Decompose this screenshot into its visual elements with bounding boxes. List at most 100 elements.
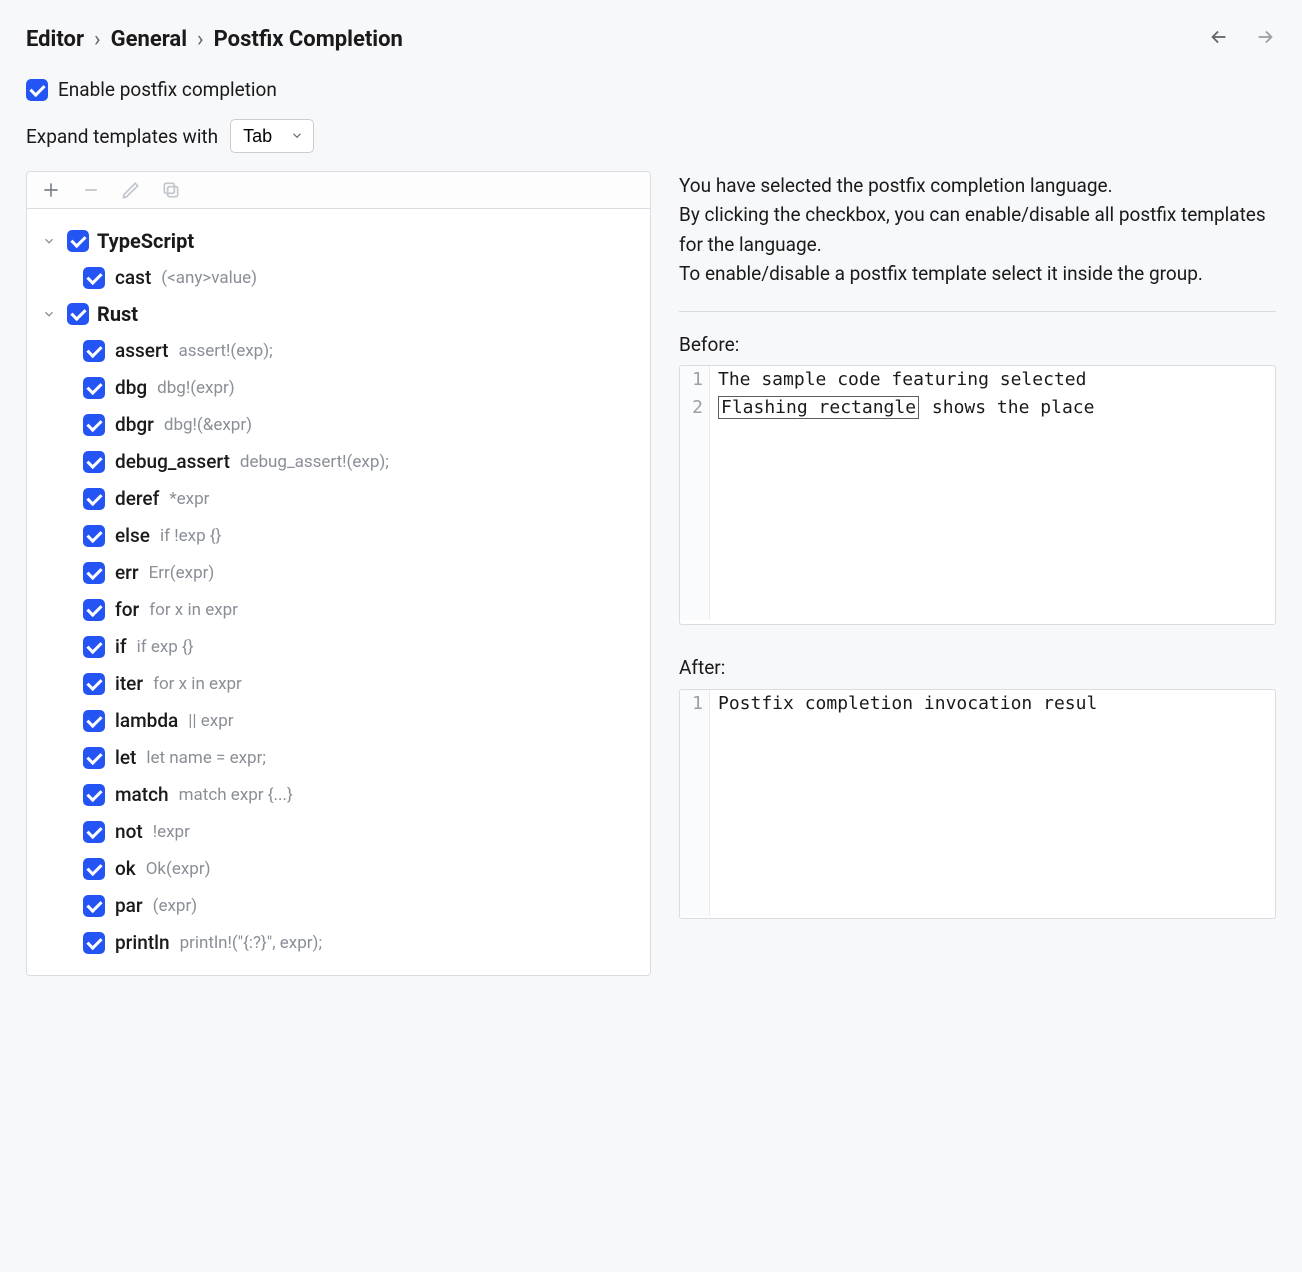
template-description: for x in expr bbox=[149, 600, 238, 620]
template-name: dbgr bbox=[115, 413, 154, 436]
template-checkbox[interactable] bbox=[83, 636, 105, 658]
template-item-println[interactable]: println println!("{:?}", expr); bbox=[79, 924, 642, 961]
crumb-general[interactable]: General bbox=[111, 27, 187, 52]
nav-back-icon[interactable] bbox=[1208, 26, 1230, 52]
template-description: Ok(expr) bbox=[146, 859, 211, 879]
template-name: else bbox=[115, 524, 150, 547]
template-description: dbg!(expr) bbox=[157, 378, 235, 398]
template-name: assert bbox=[115, 339, 168, 362]
nav-forward-icon bbox=[1254, 26, 1276, 52]
template-name: let bbox=[115, 746, 136, 769]
template-item-err[interactable]: err Err(expr) bbox=[79, 554, 642, 591]
template-description: let name = expr; bbox=[146, 748, 266, 768]
template-item-let[interactable]: let let name = expr; bbox=[79, 739, 642, 776]
chevron-down-icon[interactable] bbox=[39, 307, 59, 321]
template-description: assert!(exp); bbox=[178, 341, 272, 361]
template-description: (expr) bbox=[153, 896, 198, 916]
template-item-iter[interactable]: iter for x in expr bbox=[79, 665, 642, 702]
template-item-dbgr[interactable]: dbgrdbg!(&expr) bbox=[79, 406, 642, 443]
template-item-lambda[interactable]: lambda || expr bbox=[79, 702, 642, 739]
template-tree-panel: TypeScriptcast(<any>value)Rustassertasse… bbox=[26, 171, 651, 976]
template-checkbox[interactable] bbox=[83, 599, 105, 621]
template-description: for x in expr bbox=[153, 674, 242, 694]
code-line: Flashing rectangle shows the place bbox=[710, 394, 1094, 422]
language-label: Rust bbox=[97, 302, 138, 326]
language-label: TypeScript bbox=[97, 229, 194, 253]
after-label: After: bbox=[679, 653, 1276, 682]
crumb-editor[interactable]: Editor bbox=[26, 27, 84, 52]
expand-templates-select[interactable]: Tab bbox=[230, 119, 314, 153]
template-description: if !exp {} bbox=[160, 526, 221, 546]
template-name: deref bbox=[115, 487, 159, 510]
language-row-typescript[interactable]: TypeScript bbox=[35, 223, 642, 259]
template-description: Err(expr) bbox=[149, 563, 215, 583]
template-checkbox[interactable] bbox=[83, 267, 105, 289]
template-description: || expr bbox=[188, 711, 233, 731]
before-label: Before: bbox=[679, 330, 1276, 359]
template-name: for bbox=[115, 598, 139, 621]
before-code: 1 The sample code featuring selected 2 F… bbox=[679, 365, 1276, 625]
template-item-dbg[interactable]: dbg dbg!(expr) bbox=[79, 369, 642, 406]
template-name: cast bbox=[115, 266, 151, 289]
chevron-down-icon[interactable] bbox=[39, 234, 59, 248]
enable-postfix-label: Enable postfix completion bbox=[58, 78, 277, 101]
info-line-2: By clicking the checkbox, you can enable… bbox=[679, 200, 1276, 259]
template-description: !expr bbox=[153, 822, 190, 842]
template-description: if exp {} bbox=[137, 637, 194, 657]
template-item-debug_assert[interactable]: debug_assertdebug_assert!(exp); bbox=[79, 443, 642, 480]
template-item-assert[interactable]: assert assert!(exp); bbox=[79, 332, 642, 369]
chevron-right-icon: › bbox=[197, 27, 204, 52]
info-line-3: To enable/disable a postfix template sel… bbox=[679, 259, 1276, 288]
template-checkbox[interactable] bbox=[83, 414, 105, 436]
chevron-right-icon: › bbox=[94, 27, 101, 52]
line-number: 2 bbox=[680, 394, 710, 422]
template-item-par[interactable]: par (expr) bbox=[79, 887, 642, 924]
template-name: par bbox=[115, 894, 143, 917]
template-description: match expr {...} bbox=[179, 785, 293, 805]
template-checkbox[interactable] bbox=[83, 451, 105, 473]
template-checkbox[interactable] bbox=[83, 562, 105, 584]
template-checkbox[interactable] bbox=[83, 377, 105, 399]
template-description: println!("{:?}", expr); bbox=[180, 933, 323, 953]
template-name: lambda bbox=[115, 709, 178, 732]
template-name: iter bbox=[115, 672, 143, 695]
template-item-ok[interactable]: okOk(expr) bbox=[79, 850, 642, 887]
template-checkbox[interactable] bbox=[83, 488, 105, 510]
language-checkbox[interactable] bbox=[67, 230, 89, 252]
template-checkbox[interactable] bbox=[83, 932, 105, 954]
enable-postfix-checkbox[interactable] bbox=[26, 79, 48, 101]
after-code: 1 Postfix completion invocation resul bbox=[679, 689, 1276, 919]
template-item-not[interactable]: not !expr bbox=[79, 813, 642, 850]
template-checkbox[interactable] bbox=[83, 525, 105, 547]
template-checkbox[interactable] bbox=[83, 673, 105, 695]
template-name: not bbox=[115, 820, 143, 843]
template-checkbox[interactable] bbox=[83, 747, 105, 769]
add-icon[interactable] bbox=[41, 180, 61, 200]
template-item-deref[interactable]: deref*expr bbox=[79, 480, 642, 517]
edit-icon[interactable] bbox=[121, 180, 141, 200]
template-checkbox[interactable] bbox=[83, 895, 105, 917]
template-item-cast[interactable]: cast (<any>value) bbox=[79, 259, 642, 296]
template-checkbox[interactable] bbox=[83, 340, 105, 362]
template-name: err bbox=[115, 561, 139, 584]
template-checkbox[interactable] bbox=[83, 821, 105, 843]
template-name: dbg bbox=[115, 376, 147, 399]
template-checkbox[interactable] bbox=[83, 858, 105, 880]
code-line: Postfix completion invocation resul bbox=[710, 690, 1097, 718]
breadcrumb: Editor › General › Postfix Completion bbox=[26, 27, 403, 52]
copy-icon[interactable] bbox=[161, 180, 181, 200]
template-item-if[interactable]: ifif exp {} bbox=[79, 628, 642, 665]
code-line: The sample code featuring selected bbox=[710, 366, 1086, 394]
template-item-match[interactable]: match match expr {...} bbox=[79, 776, 642, 813]
expand-templates-label: Expand templates with bbox=[26, 125, 218, 148]
language-checkbox[interactable] bbox=[67, 303, 89, 325]
template-checkbox[interactable] bbox=[83, 710, 105, 732]
template-checkbox[interactable] bbox=[83, 784, 105, 806]
template-name: match bbox=[115, 783, 169, 806]
template-item-else[interactable]: else if !exp {} bbox=[79, 517, 642, 554]
remove-icon[interactable] bbox=[81, 180, 101, 200]
template-name: println bbox=[115, 931, 170, 954]
language-row-rust[interactable]: Rust bbox=[35, 296, 642, 332]
template-description: (<any>value) bbox=[161, 268, 257, 288]
template-item-for[interactable]: for for x in expr bbox=[79, 591, 642, 628]
